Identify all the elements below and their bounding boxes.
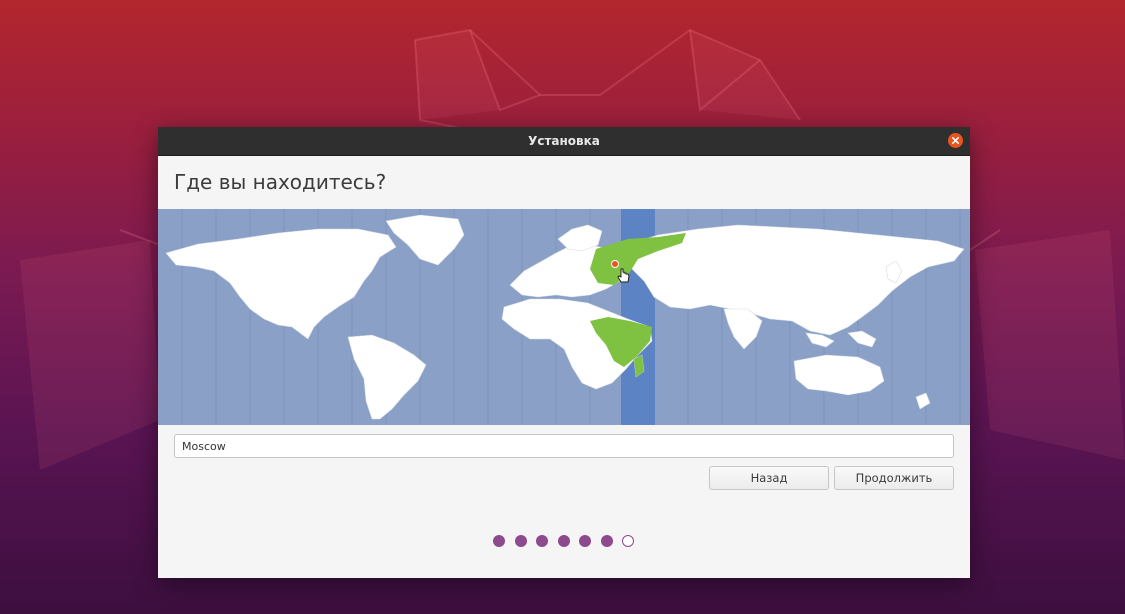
progress-dot-completed [536,535,548,547]
close-icon [952,137,959,144]
progress-dot-pending [622,535,634,547]
close-button[interactable] [948,133,963,148]
desktop-background: Установка Где вы находитесь? Moscow Наза… [0,0,1125,614]
back-button[interactable]: Назад [709,466,829,490]
installer-window: Установка Где вы находитесь? Moscow Наза… [158,127,970,578]
timezone-map[interactable] [158,209,970,425]
progress-dot-completed [514,535,527,547]
progress-dot-completed [579,535,591,547]
progress-dot-completed [557,535,570,547]
progress-dot-completed [600,535,613,547]
page-title: Где вы находитесь? [174,170,387,194]
location-pin-icon [611,260,619,268]
progress-dot-completed [493,535,505,547]
continue-button[interactable]: Продолжить [834,466,954,490]
window-title: Установка [528,134,600,148]
city-search-input[interactable] [174,434,954,458]
window-titlebar[interactable]: Установка [158,127,970,156]
world-landmass [165,214,965,420]
